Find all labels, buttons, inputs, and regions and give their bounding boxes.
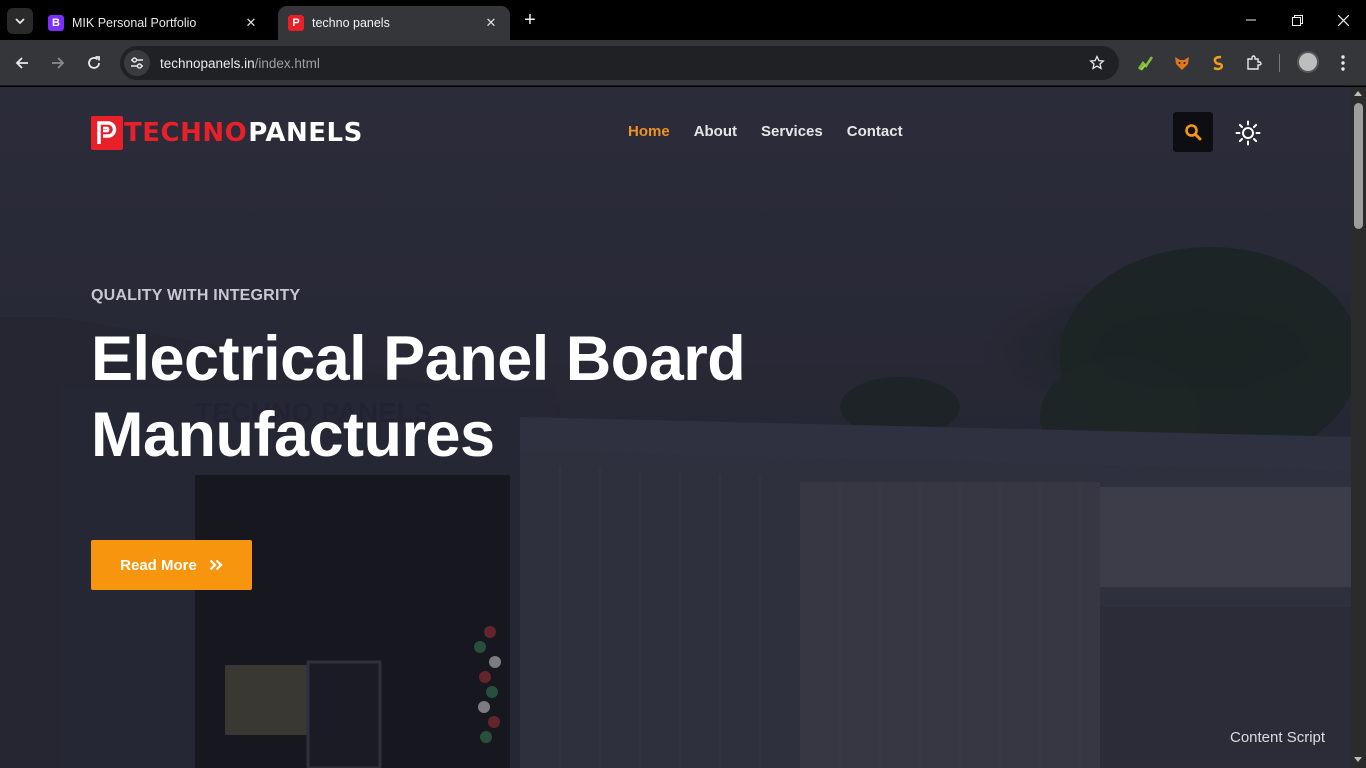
address-bar[interactable]: technopanels.in/index.html [120, 46, 1119, 80]
back-button[interactable] [10, 51, 34, 75]
nav-contact[interactable]: Contact [847, 123, 903, 140]
hero-subtitle: QUALITY WITH INTEGRITY [91, 287, 301, 304]
restore-button[interactable] [1274, 0, 1320, 40]
bookmark-star-icon[interactable] [1089, 54, 1105, 76]
read-more-button[interactable]: Read More [91, 540, 252, 590]
url-host: technopanels.in [160, 55, 255, 71]
site-info-button[interactable] [124, 50, 150, 76]
tab-strip: B MIK Personal Portfolio ✕ P techno pane… [0, 0, 1366, 40]
logo-mark-icon [91, 116, 123, 150]
minimize-button[interactable] [1228, 0, 1274, 40]
chart-extension-icon[interactable] [1135, 52, 1157, 74]
tab-search-button[interactable] [7, 8, 33, 34]
reload-icon [88, 56, 100, 69]
logo-text-panels: PANELS [248, 118, 363, 148]
hero-title-line1: Electrical Panel Board [91, 324, 746, 394]
restore-icon [1291, 14, 1303, 26]
s-extension-icon[interactable] [1207, 52, 1229, 74]
tune-icon [131, 57, 143, 69]
site-logo[interactable]: TECHNO PANELS [91, 115, 363, 151]
scroll-thumb[interactable] [1354, 103, 1363, 229]
browser-toolbar: technopanels.in/index.html [0, 40, 1366, 86]
hero-title-line2: Manufactures [91, 400, 495, 470]
read-more-label: Read More [120, 556, 197, 574]
bootstrap-favicon-icon: B [48, 15, 64, 31]
new-tab-button[interactable]: + [520, 10, 540, 30]
site-header: TECHNO PANELS Home About Services Contac… [0, 87, 1351, 177]
logo-text-techno: TECHNO [124, 118, 248, 148]
page-viewport: TECHNO PANELS TECHNO PANELS Home About S… [0, 87, 1351, 768]
scroll-down-arrow-icon[interactable] [1354, 757, 1362, 762]
tab-portfolio[interactable]: B MIK Personal Portfolio ✕ [38, 6, 270, 40]
tab-title: MIK Personal Portfolio [72, 16, 197, 30]
double-chevron-right-icon [209, 559, 223, 571]
arrow-left-icon [15, 57, 28, 69]
minimize-icon [1246, 19, 1256, 21]
close-icon [1337, 14, 1349, 26]
page-scrollbar[interactable] [1351, 87, 1366, 768]
tab-techno-panels[interactable]: P techno panels ✕ [278, 6, 510, 40]
search-icon [1185, 124, 1202, 141]
scroll-up-arrow-icon[interactable] [1354, 91, 1362, 96]
sun-icon [1235, 120, 1261, 146]
content-script-overlay: Content Script [1230, 729, 1326, 746]
close-window-button[interactable] [1320, 0, 1366, 40]
reload-button[interactable] [82, 51, 106, 75]
hero-title: Electrical Panel Board Manufactures [91, 321, 791, 473]
fox-extension-icon[interactable] [1171, 52, 1193, 74]
nav-home[interactable]: Home [628, 123, 670, 140]
main-nav: Home About Services Contact [628, 123, 903, 140]
url-text[interactable]: technopanels.in/index.html [160, 56, 320, 71]
toolbar-divider [1279, 54, 1280, 72]
nav-services[interactable]: Services [761, 123, 823, 140]
search-button[interactable] [1173, 112, 1213, 152]
url-path: /index.html [254, 55, 320, 71]
forward-button[interactable] [46, 51, 70, 75]
profile-avatar[interactable] [1297, 51, 1319, 73]
technopanels-favicon-icon: P [288, 15, 304, 31]
chevron-down-icon [15, 18, 25, 25]
tab-title: techno panels [312, 16, 390, 30]
theme-toggle-button[interactable] [1235, 120, 1261, 146]
puzzle-icon[interactable] [1243, 52, 1265, 74]
close-icon[interactable]: ✕ [242, 14, 260, 32]
close-icon[interactable]: ✕ [482, 14, 500, 32]
kebab-menu-icon[interactable] [1332, 52, 1354, 74]
nav-about[interactable]: About [694, 123, 737, 140]
arrow-right-icon [52, 57, 65, 69]
